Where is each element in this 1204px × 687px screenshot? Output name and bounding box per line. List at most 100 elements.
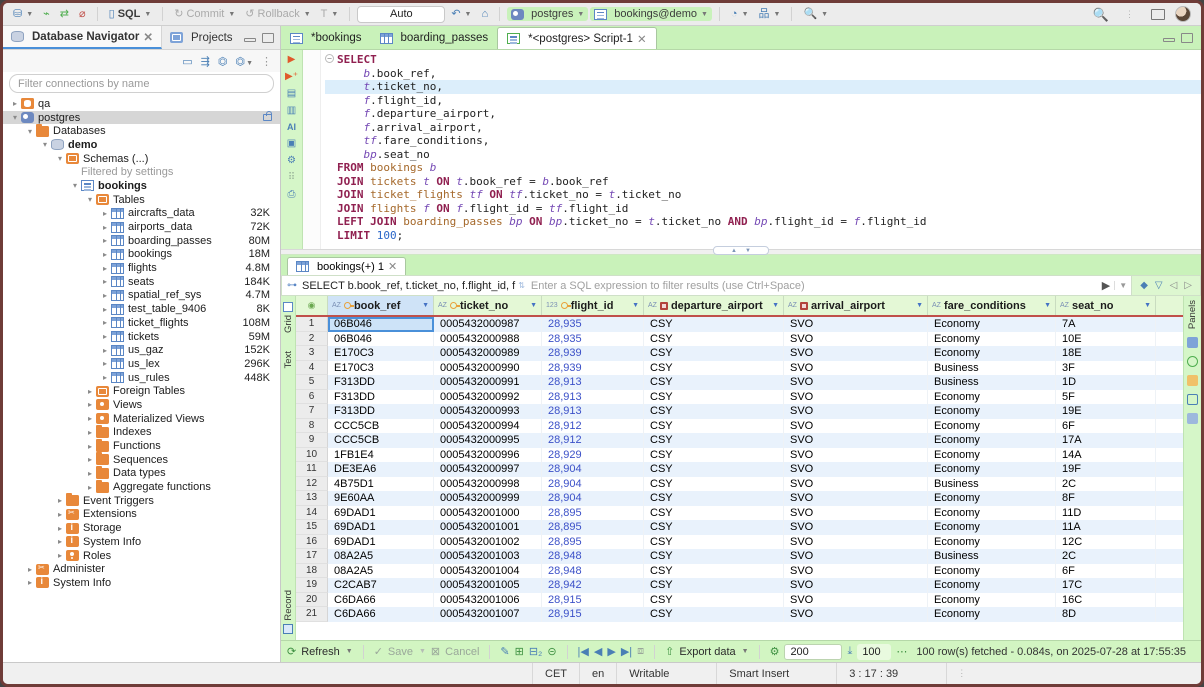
grid-cell[interactable]: Economy — [928, 607, 1056, 622]
chevron-right-icon[interactable]: ▸ — [99, 359, 111, 368]
connection-filter-input[interactable]: Filter connections by name — [9, 74, 274, 93]
next-row-icon[interactable]: ▶ — [607, 645, 615, 658]
script-log-icon[interactable]: ▥ — [287, 105, 296, 116]
editor-results-splitter[interactable]: ▲▼ — [281, 249, 1201, 255]
code-line[interactable]: FROM bookings b — [325, 161, 1201, 175]
table-row[interactable]: 1669DAD1000543200100228,895CSYSVOEconomy… — [296, 535, 1183, 550]
grid-cell[interactable]: Economy — [928, 593, 1056, 608]
grid-cell[interactable]: E170C3 — [328, 361, 434, 376]
grid-cell[interactable]: 3F — [1056, 361, 1156, 376]
grid-cell[interactable]: 28,895 — [542, 535, 644, 550]
grid-cell[interactable]: 0005432001006 — [434, 593, 542, 608]
row-number[interactable]: 17 — [296, 549, 328, 564]
grid-cell[interactable]: 0005432001002 — [434, 535, 542, 550]
sql-editor-button[interactable]: ▯SQL▼ — [105, 7, 156, 21]
code-line[interactable]: bp.seat_no — [325, 148, 1201, 162]
grid-cell[interactable]: 0005432000994 — [434, 419, 542, 434]
grid-cell[interactable]: CCC5CB — [328, 419, 434, 434]
connect-button[interactable]: ⌁ — [39, 8, 54, 21]
table-row[interactable]: 106B046000543200098728,935CSYSVOEconomy7… — [296, 317, 1183, 332]
grid-cell[interactable]: SVO — [784, 520, 928, 535]
code-line[interactable]: LEFT JOIN boarding_passes bp ON bp.ticke… — [325, 215, 1201, 229]
grid-cell[interactable]: 28,904 — [542, 477, 644, 492]
grid-cell[interactable]: 0005432000987 — [434, 317, 542, 332]
sql-code-area[interactable]: −SELECT b.book_ref, t.ticket_no, f.fligh… — [321, 50, 1201, 249]
chevron-right-icon[interactable]: ▸ — [9, 99, 21, 108]
row-number[interactable]: 2 — [296, 332, 328, 347]
grid-cell[interactable]: Economy — [928, 448, 1056, 463]
grid-cell[interactable]: 28,913 — [542, 390, 644, 405]
chevron-right-icon[interactable]: ▸ — [54, 551, 66, 560]
row-number[interactable]: 3 — [296, 346, 328, 361]
code-line[interactable]: f.flight_id, — [325, 94, 1201, 108]
tree-item-sequences[interactable]: ▸Sequences — [3, 453, 280, 467]
row-number[interactable]: 9 — [296, 433, 328, 448]
column-dropdown-icon[interactable]: ▼ — [1044, 302, 1051, 309]
table-row[interactable]: 11DE3EA6000543200099728,904CSYSVOEconomy… — [296, 462, 1183, 477]
chevron-right-icon[interactable]: ▸ — [99, 264, 111, 273]
grid-cell[interactable]: 11D — [1056, 506, 1156, 521]
chevron-right-icon[interactable]: ▸ — [99, 373, 111, 382]
grid-cell[interactable]: 28,912 — [542, 419, 644, 434]
grid-cell[interactable]: CSY — [644, 564, 784, 579]
grid-cell[interactable]: 28,939 — [542, 346, 644, 361]
tree-item-demo[interactable]: ▾demo — [3, 138, 280, 152]
grid-cell[interactable]: SVO — [784, 448, 928, 463]
tree-item-schemas-[interactable]: ▾Schemas (...) — [3, 152, 280, 166]
rollback-button[interactable]: ↺Rollback▼ — [241, 7, 314, 21]
grid-cell[interactable]: Economy — [928, 404, 1056, 419]
grid-cell[interactable]: 0005432000996 — [434, 448, 542, 463]
insert-mode-indicator[interactable]: Smart Insert — [717, 663, 837, 684]
language-indicator[interactable]: en — [580, 663, 617, 684]
grid-cell[interactable]: 18E — [1056, 346, 1156, 361]
table-row[interactable]: 3E170C3000543200098928,939CSYSVOEconomy1… — [296, 346, 1183, 361]
grid-cell[interactable]: 16C — [1056, 593, 1156, 608]
column-dropdown-icon[interactable]: ▼ — [916, 302, 923, 309]
chevron-right-icon[interactable]: ▸ — [99, 236, 111, 245]
grid-cell[interactable]: 28,915 — [542, 607, 644, 622]
row-number[interactable]: 18 — [296, 564, 328, 579]
chevron-right-icon[interactable]: ▸ — [54, 510, 66, 519]
code-line[interactable]: f.arrival_airport, — [325, 121, 1201, 135]
table-row[interactable]: 206B046000543200098828,935CSYSVOEconomy1… — [296, 332, 1183, 347]
settings-gear-icon[interactable]: ⚙ — [287, 155, 296, 166]
grid-cell[interactable]: 28,904 — [542, 491, 644, 506]
grid-cell[interactable]: SVO — [784, 346, 928, 361]
grid-cell[interactable]: SVO — [784, 361, 928, 376]
chevron-down-icon[interactable]: ▾ — [39, 140, 51, 149]
grid-cell[interactable]: Economy — [928, 332, 1056, 347]
column-dropdown-icon[interactable]: ▼ — [422, 302, 429, 309]
grid-cell[interactable]: 28,915 — [542, 593, 644, 608]
refresh-button[interactable]: Refresh — [301, 646, 340, 658]
row-number[interactable]: 8 — [296, 419, 328, 434]
tab-text-presentation[interactable]: Text — [283, 351, 294, 368]
chevron-right-icon[interactable]: ▸ — [84, 442, 96, 451]
view-menu-button[interactable]: ⋮ — [261, 55, 272, 68]
column-dropdown-icon[interactable]: ▼ — [632, 302, 639, 309]
account-button[interactable] — [1171, 5, 1195, 23]
grid-cell[interactable]: 6F — [1056, 564, 1156, 579]
grid-cell[interactable]: 0005432000999 — [434, 491, 542, 506]
connection-settings-button[interactable]: ⏣▼ — [235, 55, 253, 68]
grid-cell[interactable]: 28,942 — [542, 578, 644, 593]
execute-script-icon[interactable]: ▶⁺ — [285, 71, 298, 82]
row-number[interactable]: 1 — [296, 317, 328, 332]
table-row[interactable]: 1569DAD1000543200100128,895CSYSVOEconomy… — [296, 520, 1183, 535]
ai-assistant-icon[interactable]: AI — [287, 122, 296, 132]
chevron-right-icon[interactable]: ▸ — [99, 318, 111, 327]
grid-cell[interactable]: SVO — [784, 607, 928, 622]
grid-cell[interactable]: SVO — [784, 375, 928, 390]
grid-cell[interactable]: Economy — [928, 346, 1056, 361]
grid-cell[interactable]: SVO — [784, 332, 928, 347]
grid-cell[interactable]: 06B046 — [328, 332, 434, 347]
code-line[interactable]: f.departure_airport, — [325, 107, 1201, 121]
refresh-icon[interactable]: ⟳ — [287, 645, 296, 658]
tab-boarding-passes[interactable]: boarding_passes — [371, 27, 498, 49]
column-dropdown-icon[interactable]: ▼ — [530, 302, 537, 309]
tree-item-materialized-views[interactable]: ▸Materialized Views — [3, 412, 280, 426]
tree-item-qa[interactable]: ▸qa — [3, 97, 280, 111]
tree-item-system-info[interactable]: ▸System Info — [3, 535, 280, 549]
collapse-up-icon[interactable]: ▲ — [731, 248, 737, 254]
grid-cell[interactable]: SVO — [784, 549, 928, 564]
grid-cell[interactable]: 0005432000988 — [434, 332, 542, 347]
